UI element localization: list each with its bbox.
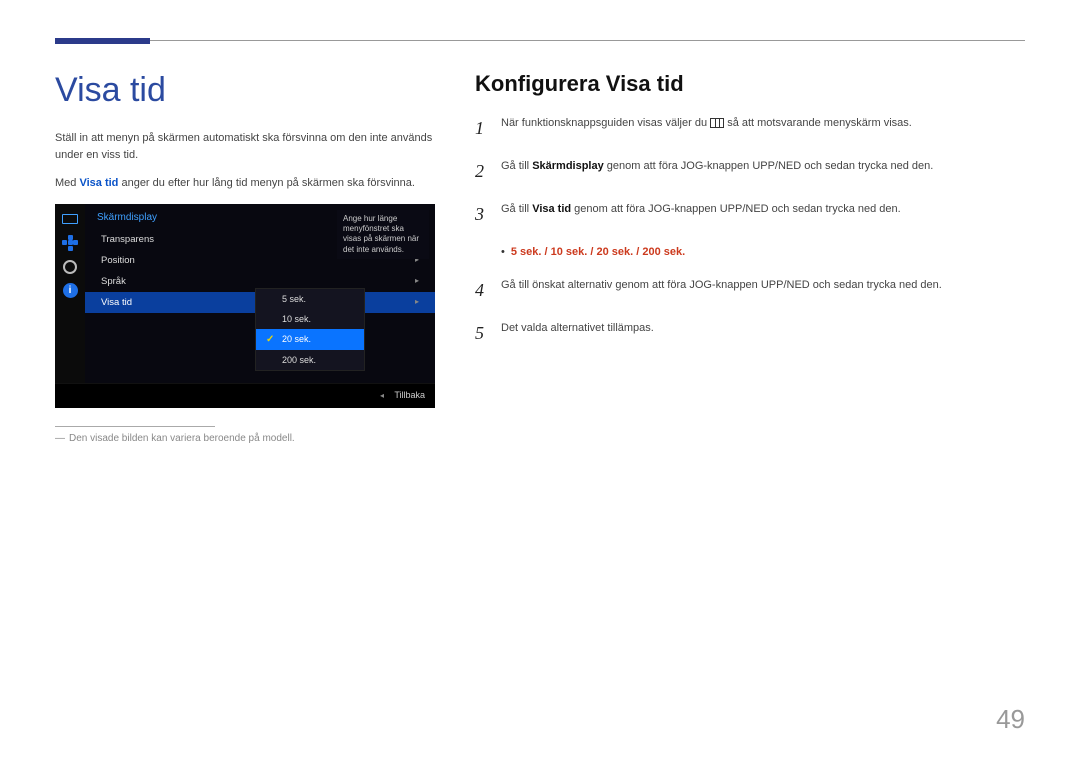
step-3: 3 Gå till Visa tid genom att föra JOG-kn…	[475, 201, 1025, 228]
chevron-right-icon: ▸	[415, 276, 419, 287]
p2-post: anger du efter hur lång tid menyn på skä…	[118, 177, 415, 189]
options-row: •5 sek. / 10 sek. / 20 sek. / 200 sek.	[475, 244, 1025, 261]
step-number: 2	[475, 158, 489, 185]
osd-label: Transparens	[101, 234, 154, 245]
dd-label: 200 sek.	[282, 355, 316, 365]
dd-label: 10 sek.	[282, 314, 311, 324]
step-2: 2 Gå till Skärmdisplay genom att föra JO…	[475, 158, 1025, 185]
osd-screenshot: i Skärmdisplay Transparens På Position ▸	[55, 204, 435, 408]
screen-icon	[61, 212, 79, 226]
step-text: Det valda alternativet tillämpas.	[501, 320, 654, 337]
osd-label: Visa tid	[101, 297, 132, 308]
step-text: Gå till Skärmdisplay genom att föra JOG-…	[501, 158, 933, 175]
triangle-left-icon: ◂	[380, 391, 384, 400]
step-number: 4	[475, 277, 489, 304]
intro-paragraph-1: Ställ in att menyn på skärmen automatisk…	[55, 130, 435, 163]
menu-icon	[710, 118, 724, 128]
footnote: ―Den visade bilden kan variera beroende …	[55, 433, 435, 444]
back-label: Tillbaka	[394, 390, 425, 400]
intro-paragraph-2: Med Visa tid anger du efter hur lång tid…	[55, 175, 435, 192]
step-5: 5 Det valda alternativet tillämpas.	[475, 320, 1025, 347]
footnote-text: Den visade bilden kan variera beroende p…	[69, 433, 295, 444]
chevron-right-icon: ▸	[415, 297, 419, 308]
osd-label: Position	[101, 255, 135, 266]
osd-footer: ◂ Tillbaka	[55, 383, 435, 408]
gear-icon	[61, 260, 79, 274]
header-rule	[55, 40, 1025, 41]
bold-term: Visa tid	[532, 203, 571, 215]
step-number: 5	[475, 320, 489, 347]
dropdown-item: 5 sek.	[256, 289, 364, 309]
step-1: 1 När funktionsknappsguiden visas väljer…	[475, 115, 1025, 142]
step-4: 4 Gå till önskat alternativ genom att fö…	[475, 277, 1025, 304]
osd-sidebar: i	[55, 204, 85, 383]
check-icon: ✓	[266, 334, 276, 345]
p2-pre: Med	[55, 177, 79, 189]
step-number: 1	[475, 115, 489, 142]
dd-label: 20 sek.	[282, 334, 311, 344]
dd-label: 5 sek.	[282, 294, 306, 304]
step-text: Gå till Visa tid genom att föra JOG-knap…	[501, 201, 901, 218]
options-line: •5 sek. / 10 sek. / 20 sek. / 200 sek.	[501, 244, 685, 261]
dropdown-item: 200 sek.	[256, 350, 364, 370]
footnote-rule	[55, 426, 215, 427]
dropdown-item-selected: ✓ 20 sek.	[256, 329, 364, 350]
osd-dropdown: 5 sek. 10 sek. ✓ 20 sek. 200 sek.	[255, 288, 365, 371]
dpad-icon	[61, 236, 79, 250]
visa-tid-emphasis: Visa tid	[79, 177, 118, 189]
osd-main-panel: Skärmdisplay Transparens På Position ▸ S…	[85, 204, 435, 383]
steps-list: 1 När funktionsknappsguiden visas väljer…	[475, 115, 1025, 347]
bold-term: Skärmdisplay	[532, 160, 604, 172]
info-icon: i	[61, 284, 79, 298]
page-number: 49	[996, 704, 1025, 735]
osd-label: Språk	[101, 276, 126, 287]
osd-help-text: Ange hur länge menyfönstret ska visas på…	[337, 210, 429, 260]
step-text: Gå till önskat alternativ genom att föra…	[501, 277, 942, 294]
step-text: När funktionsknappsguiden visas väljer d…	[501, 115, 912, 132]
step-number: 3	[475, 201, 489, 228]
dropdown-item: 10 sek.	[256, 309, 364, 329]
section-title: Konfigurera Visa tid	[475, 71, 1025, 97]
options-text: 5 sek. / 10 sek. / 20 sek. / 200 sek.	[511, 246, 685, 258]
page-title: Visa tid	[55, 71, 435, 110]
